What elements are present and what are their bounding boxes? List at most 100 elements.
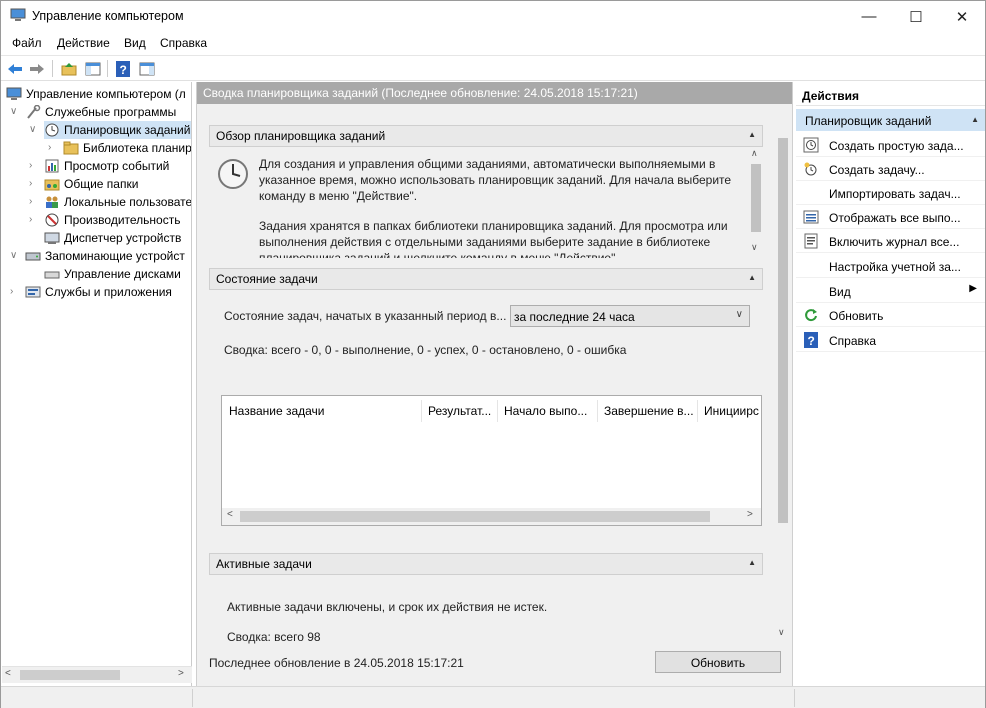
overview-text-area: Для создания и управления общими задания…: [209, 148, 763, 258]
actions-pane-title: Действия: [796, 84, 985, 106]
menu-action[interactable]: Действие: [57, 36, 110, 50]
action-create-basic-task[interactable]: Создать простую зада...: [796, 133, 985, 157]
action-pane-icon: [139, 62, 155, 75]
computer-management-icon: [10, 8, 26, 21]
scroll-thumb[interactable]: [751, 164, 761, 232]
menu-help[interactable]: Справка: [160, 36, 207, 50]
tree-label: Локальные пользовате: [64, 195, 192, 209]
expand-icon[interactable]: ›: [29, 214, 39, 225]
disk-icon: [44, 271, 60, 279]
show-tree-button[interactable]: [83, 59, 103, 78]
column-header-end[interactable]: Завершение в...: [604, 404, 694, 418]
submenu-arrow-icon: ▶: [969, 283, 977, 294]
tree-label: Библиотека планир: [83, 141, 192, 155]
column-header-task-name[interactable]: Название задачи: [229, 404, 414, 418]
action-view[interactable]: Вид ▶: [796, 279, 985, 303]
section-title: Активные задачи: [216, 557, 312, 571]
action-enable-history[interactable]: Включить журнал все...: [796, 229, 985, 253]
scroll-right-icon[interactable]: >: [747, 509, 753, 520]
action-import-task[interactable]: Импортировать задач...: [796, 181, 985, 205]
scroll-right-icon[interactable]: >: [178, 668, 184, 679]
period-dropdown[interactable]: за последние 24 часа ∨: [510, 305, 750, 327]
actions-group-header[interactable]: Планировщик заданий ▲: [796, 109, 985, 131]
expand-icon[interactable]: ›: [48, 142, 58, 153]
scroll-thumb[interactable]: [778, 138, 788, 523]
tree-node-root[interactable]: Управление компьютером (л: [6, 85, 186, 103]
app-window: Управление компьютером — ☐ ✕ Файл Действ…: [0, 0, 986, 708]
action-create-task[interactable]: Создать задачу...: [796, 157, 985, 181]
list-icon: [803, 210, 819, 224]
tree-node-disk-management[interactable]: Управление дисками: [44, 265, 181, 283]
tree-label: Общие папки: [64, 177, 139, 191]
menu-file[interactable]: Файл: [12, 36, 42, 50]
task-status-table[interactable]: Название задачи Результат... Начало выпо…: [221, 395, 762, 526]
status-section-header[interactable]: Состояние задачи ▲: [209, 268, 763, 290]
close-button[interactable]: ✕: [939, 1, 985, 32]
column-header-initiator[interactable]: Инициирс: [704, 404, 762, 418]
scroll-down-icon[interactable]: ∨: [751, 242, 758, 253]
tree-node-performance[interactable]: Производительность: [44, 211, 180, 229]
show-actions-button[interactable]: [137, 59, 157, 78]
column-header-start[interactable]: Начало выпо...: [504, 404, 594, 418]
title-bar: Управление компьютером — ☐ ✕: [1, 1, 985, 32]
expand-icon[interactable]: ›: [29, 178, 39, 189]
overview-section-header[interactable]: Обзор планировщика заданий ▲: [209, 125, 763, 147]
scroll-left-icon[interactable]: <: [227, 509, 233, 520]
scroll-up-icon[interactable]: ∧: [751, 148, 758, 159]
users-icon: [46, 196, 58, 208]
action-account-config[interactable]: Настройка учетной за...: [796, 254, 985, 278]
help-button[interactable]: ?: [113, 59, 133, 78]
center-pane: Сводка планировщика заданий (Последнее о…: [196, 82, 793, 686]
action-label: Создать задачу...: [829, 163, 925, 177]
computer-management-icon: [6, 87, 22, 100]
collapse-section-icon[interactable]: ▲: [748, 558, 756, 567]
expand-icon[interactable]: ›: [29, 160, 39, 171]
active-section-header[interactable]: Активные задачи ▲: [209, 553, 763, 575]
scroll-down-icon[interactable]: ∨: [778, 627, 785, 638]
active-tasks-status: Активные задачи включены, и срок их дейс…: [227, 600, 548, 614]
tree-node-system-tools[interactable]: Служебные программы: [25, 103, 176, 121]
tree-horizontal-scrollbar[interactable]: < >: [2, 666, 192, 683]
scroll-left-icon[interactable]: <: [5, 668, 11, 679]
tree-label: Служебные программы: [45, 105, 177, 119]
action-label: Справка: [829, 334, 877, 348]
menu-view[interactable]: Вид: [124, 36, 146, 50]
status-bar: [1, 686, 985, 708]
tree-node-shared-folders[interactable]: Общие папки: [44, 175, 138, 193]
tree-label: Службы и приложения: [45, 285, 172, 299]
chevron-down-icon: ∨: [735, 309, 743, 320]
action-help[interactable]: ? Справка: [796, 328, 985, 352]
collapse-icon[interactable]: ∨: [10, 250, 20, 261]
expand-icon[interactable]: ›: [10, 286, 20, 297]
minimize-button[interactable]: —: [846, 1, 892, 32]
center-vertical-scrollbar[interactable]: ∨: [776, 114, 790, 642]
period-value: за последние 24 часа: [514, 310, 635, 324]
collapse-icon[interactable]: ∨: [29, 124, 39, 135]
tree-node-services-apps[interactable]: Службы и приложения: [25, 283, 172, 301]
clock-wizard-icon: [803, 137, 819, 153]
collapse-section-icon[interactable]: ▲: [971, 115, 979, 124]
column-header-result[interactable]: Результат...: [428, 404, 498, 418]
expand-icon[interactable]: ›: [29, 196, 39, 207]
up-button[interactable]: [59, 59, 79, 78]
tree-node-storage[interactable]: Запоминающие устройст: [25, 247, 185, 265]
tree-node-task-scheduler[interactable]: Планировщик заданий: [44, 121, 191, 139]
action-label: Создать простую зада...: [829, 139, 964, 153]
tree-node-device-manager[interactable]: Диспетчер устройств: [44, 229, 181, 247]
scroll-thumb[interactable]: [20, 670, 120, 680]
action-display-running[interactable]: Отображать все выпо...: [796, 205, 985, 229]
refresh-button[interactable]: Обновить: [655, 651, 781, 673]
tree-node-task-library[interactable]: Библиотека планир: [63, 139, 192, 157]
back-button[interactable]: [5, 59, 25, 78]
collapse-section-icon[interactable]: ▲: [748, 273, 756, 282]
overview-scrollbar[interactable]: ∧ ∨: [749, 148, 763, 258]
tree-node-local-users[interactable]: Локальные пользовате: [44, 193, 192, 211]
tree-node-event-viewer[interactable]: Просмотр событий: [44, 157, 169, 175]
action-refresh[interactable]: Обновить: [796, 303, 985, 327]
maximize-button[interactable]: ☐: [893, 1, 939, 32]
forward-button[interactable]: [27, 59, 47, 78]
table-horizontal-scrollbar[interactable]: < >: [222, 508, 761, 525]
collapse-icon[interactable]: ∨: [10, 106, 20, 117]
collapse-section-icon[interactable]: ▲: [748, 130, 756, 139]
scroll-thumb[interactable]: [240, 511, 710, 522]
